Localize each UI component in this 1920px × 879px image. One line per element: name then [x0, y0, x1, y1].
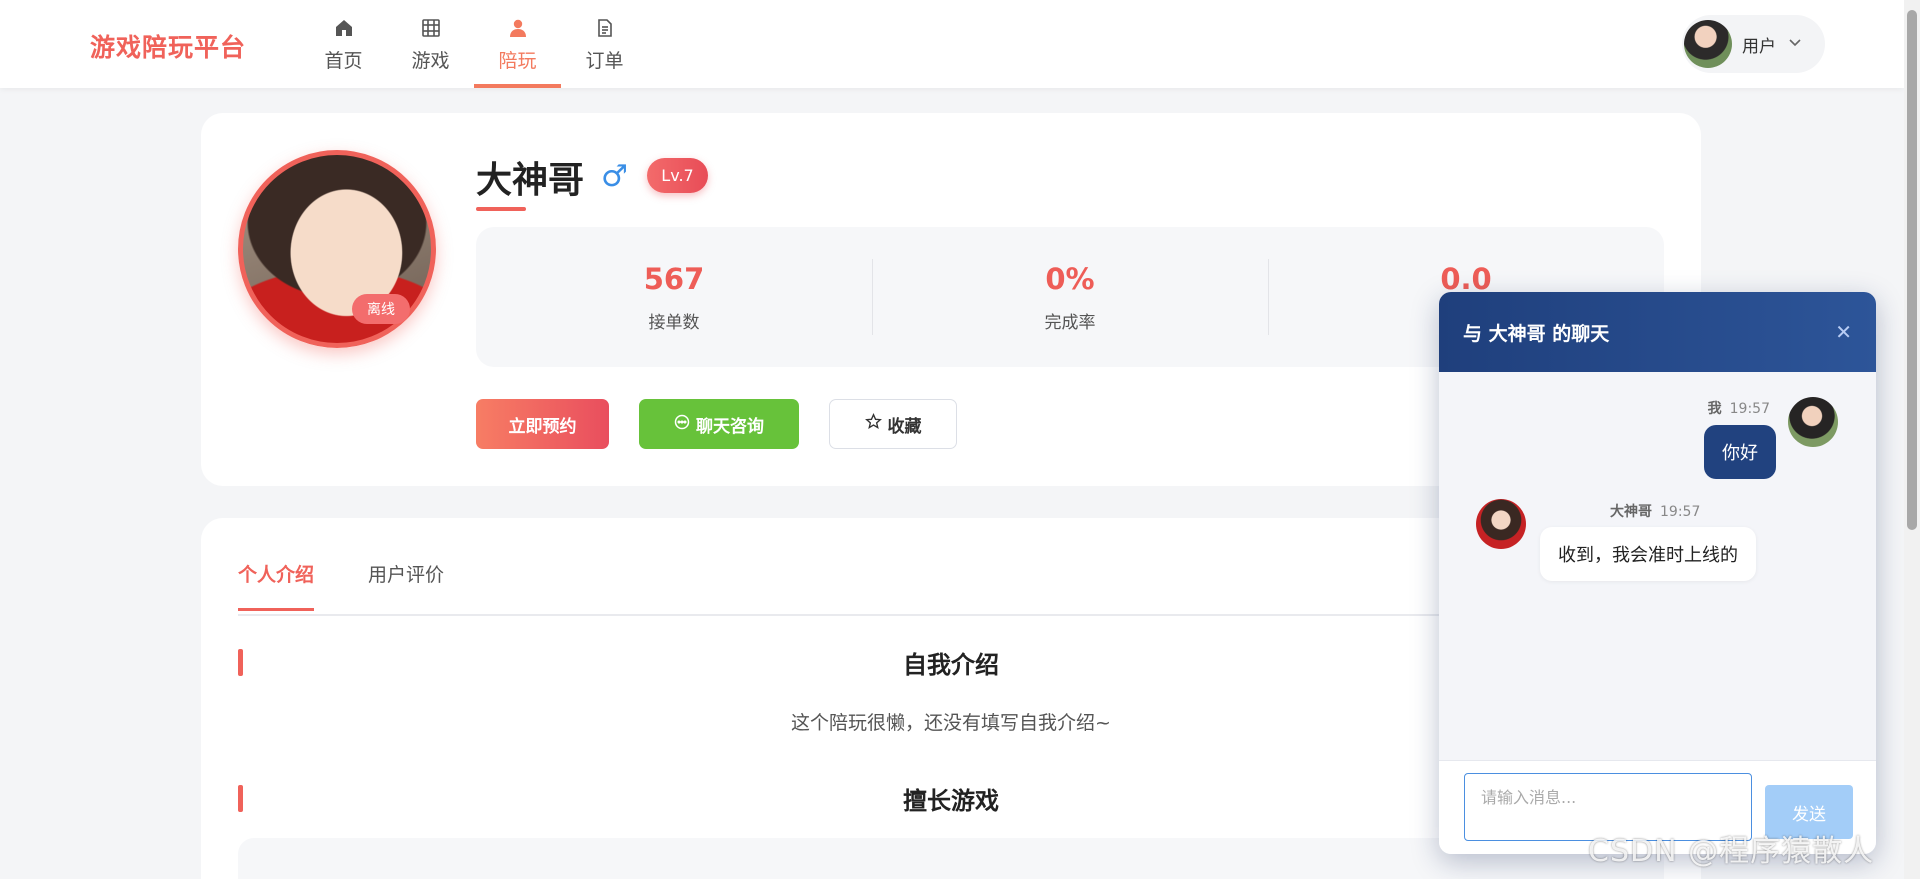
message-time: 19:57 [1660, 504, 1701, 520]
avatar [1684, 20, 1732, 68]
nav-label: 订单 [585, 49, 624, 72]
favorite-label: 收藏 [887, 416, 922, 437]
nav-label: 游戏 [411, 49, 450, 72]
user-menu[interactable]: 用户 [1682, 15, 1825, 73]
nav-home[interactable]: 首页 [300, 0, 387, 88]
home-icon [332, 16, 356, 40]
tab-intro[interactable]: 个人介绍 [238, 560, 315, 611]
stat-value: 567 [643, 261, 705, 296]
stat-label: 接单数 [648, 312, 700, 333]
book-now-button[interactable]: 立即预约 [476, 399, 609, 449]
nav-label: 陪玩 [498, 49, 537, 72]
level-badge: Lv.7 [647, 158, 708, 193]
scrollbar[interactable] [1904, 0, 1920, 879]
male-icon: ♂ [601, 159, 628, 194]
chat-bubble-icon [674, 414, 690, 435]
message-sender: 大神哥 [1610, 504, 1652, 520]
chat-consult-label: 聊天咨询 [696, 416, 764, 437]
avatar [1476, 499, 1526, 549]
top-navbar: 游戏陪玩平台 首页 游戏 陪玩 订单 用户 [0, 0, 1904, 88]
chat-consult-button[interactable]: 聊天咨询 [639, 399, 799, 449]
stat-value: 0.0 [1440, 261, 1492, 296]
message-bubble: 收到，我会准时上线的 [1540, 527, 1756, 581]
document-icon [593, 16, 617, 40]
star-icon [864, 413, 882, 435]
nav-companion[interactable]: 陪玩 [474, 0, 561, 88]
nav-games[interactable]: 游戏 [387, 0, 474, 88]
nav-label: 首页 [324, 49, 363, 72]
grid-icon [419, 16, 443, 40]
chat-panel: 与 大神哥 的聊天 ✕ 我 19:57 你好 大神哥 19:57 收到，我会准时上线… [1439, 292, 1876, 854]
stat-completion: 0% 完成率 [872, 227, 1268, 367]
message-meta: 大神哥 19:57 [1610, 501, 1700, 521]
person-icon [506, 16, 530, 40]
main-nav: 首页 游戏 陪玩 订单 [300, 0, 648, 88]
player-name: 大神哥 [476, 160, 585, 201]
nav-orders[interactable]: 订单 [561, 0, 648, 88]
stat-value: 0% [1045, 261, 1095, 296]
scrollbar-thumb[interactable] [1907, 10, 1917, 530]
favorite-button[interactable]: 收藏 [829, 399, 957, 449]
brand-logo[interactable]: 游戏陪玩平台 [90, 28, 246, 64]
message-theirs: 大神哥 19:57 收到，我会准时上线的 [1439, 292, 1876, 592]
stat-label: 完成率 [1044, 312, 1096, 333]
user-name: 用户 [1742, 36, 1776, 57]
name-underline [476, 207, 526, 211]
stat-orders: 567 接单数 [476, 227, 872, 367]
tab-reviews[interactable]: 用户评价 [368, 560, 444, 587]
watermark: CSDN @程序猿散人 [1588, 834, 1875, 869]
chevron-down-icon [1788, 35, 1802, 54]
status-badge: 离线 [352, 294, 410, 324]
